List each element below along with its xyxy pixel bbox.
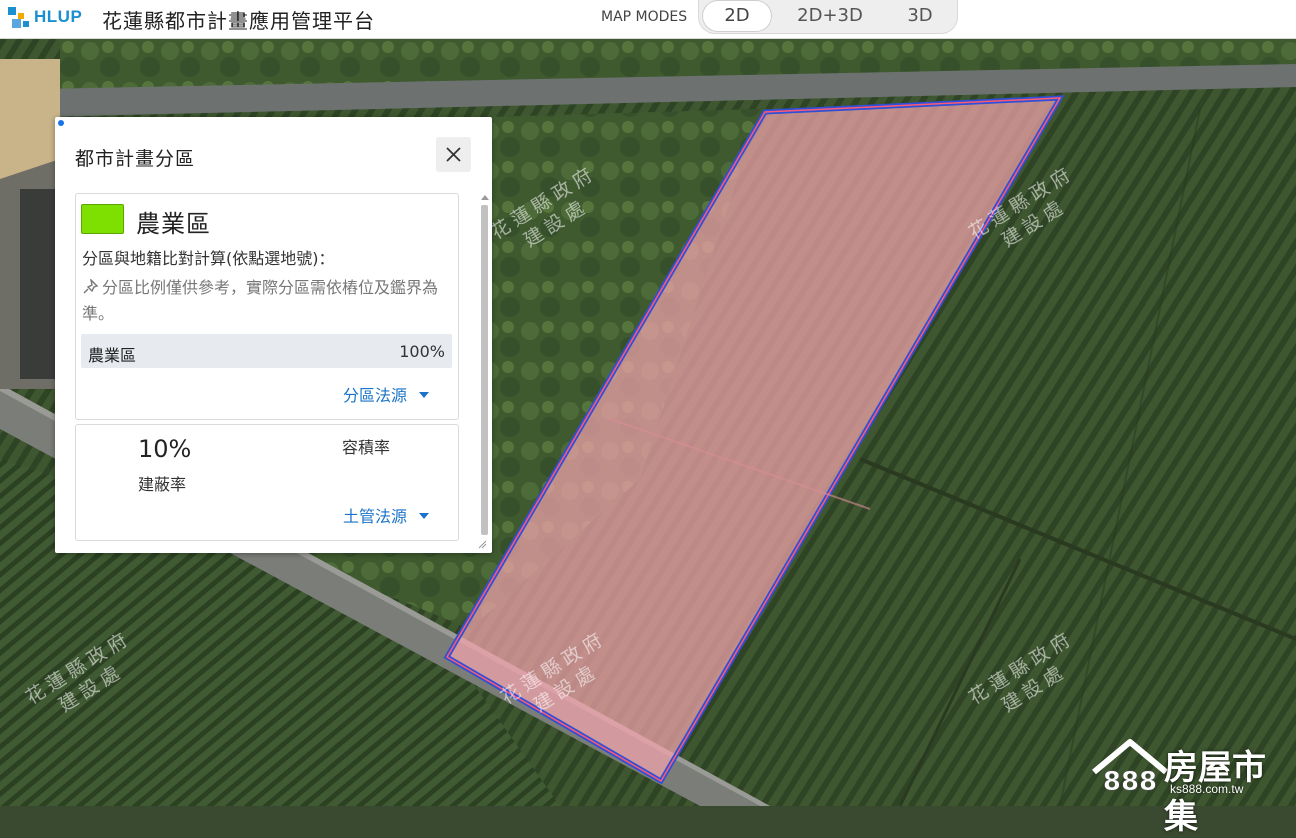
resize-grip-icon[interactable] bbox=[477, 539, 487, 549]
zone-ratio-value: 100% bbox=[399, 342, 445, 361]
zone-name: 農業區 bbox=[136, 210, 211, 238]
close-button[interactable] bbox=[436, 137, 471, 172]
floor-area-ratio-label: 容積率 bbox=[342, 438, 391, 457]
zone-color-swatch bbox=[81, 204, 124, 234]
zoning-panel: 都市計畫分區 農業區 分區與地籍比對計算(依點選地號)： 分區比例僅供參考，實際… bbox=[55, 117, 492, 553]
panel-title: 都市計畫分區 bbox=[75, 148, 196, 170]
zone-ratio-name: 農業區 bbox=[88, 346, 137, 365]
zone-ratio-row: 農業區 100% bbox=[81, 334, 452, 368]
chevron-down-icon bbox=[419, 513, 430, 519]
mode-2d3d-button[interactable]: 2D+3D bbox=[785, 1, 875, 31]
land-control-source-dropdown[interactable]: 土管法源 bbox=[343, 503, 430, 527]
panel-scrollbar[interactable] bbox=[480, 193, 489, 539]
top-bar: HLUP 花蓮縣都市計畫應用管理平台 MAP MODES 2D 2D+3D 3D bbox=[0, 0, 1296, 39]
chevron-down-icon bbox=[419, 392, 430, 398]
land-control-card: 10% 建蔽率 容積率 土管法源 bbox=[75, 424, 459, 541]
logo-number: 888 bbox=[1103, 767, 1157, 797]
house-icon: 888 bbox=[1092, 739, 1168, 797]
land-control-source-label: 土管法源 bbox=[343, 507, 408, 526]
coverage-ratio-label: 建蔽率 bbox=[138, 475, 187, 494]
panel-handle[interactable] bbox=[58, 120, 64, 126]
scroll-thumb[interactable] bbox=[481, 205, 488, 535]
mode-3d-button[interactable]: 3D bbox=[889, 1, 951, 31]
zone-note: 分區比例僅供參考，實際分區需依樁位及鑑界為準。 bbox=[82, 275, 454, 327]
hlup-logo-icon bbox=[8, 7, 29, 28]
coverage-ratio-value: 10% bbox=[138, 435, 192, 463]
close-icon bbox=[446, 147, 461, 162]
brand-name[interactable]: HLUP bbox=[34, 7, 82, 27]
ks888-logo: 888 房屋市集 ks888.com.tw bbox=[1090, 738, 1290, 837]
mode-2d-button[interactable]: 2D bbox=[703, 1, 771, 31]
zoning-source-label: 分區法源 bbox=[343, 386, 408, 405]
logo-url: ks888.com.tw bbox=[1170, 782, 1244, 796]
scroll-up-icon[interactable] bbox=[481, 195, 489, 200]
zone-note-text: 分區比例僅供參考，實際分區需依樁位及鑑界為準。 bbox=[82, 278, 439, 323]
pin-icon bbox=[83, 279, 99, 294]
map-modes-label: MAP MODES bbox=[601, 9, 688, 25]
app-title: 花蓮縣都市計畫應用管理平台 bbox=[102, 9, 375, 33]
zone-calc-text: 分區與地籍比對計算(依點選地號)： bbox=[82, 249, 335, 268]
map-mode-switch: 2D 2D+3D 3D bbox=[698, 0, 958, 34]
zoning-source-dropdown[interactable]: 分區法源 bbox=[343, 382, 430, 406]
zone-card: 農業區 分區與地籍比對計算(依點選地號)： 分區比例僅供參考，實際分區需依樁位及… bbox=[75, 193, 459, 420]
